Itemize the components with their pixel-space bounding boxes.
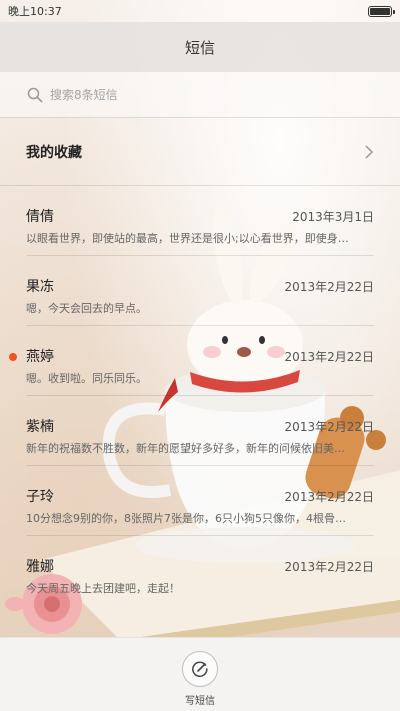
compose-icon bbox=[192, 661, 208, 677]
battery-level bbox=[370, 7, 390, 15]
search-bar[interactable] bbox=[0, 72, 400, 118]
search-input[interactable] bbox=[50, 87, 350, 102]
thread-preview: 嗯，今天会回去的早点。 bbox=[26, 302, 147, 315]
thread-row[interactable]: 倩倩 2013年3月1日 以眼看世界，即使站的最高，世界还是很小;以心看世界，即… bbox=[26, 186, 374, 256]
thread-name: 子玲 bbox=[26, 489, 54, 505]
thread-date: 2013年2月22日 bbox=[284, 490, 374, 504]
chevron-right-icon bbox=[365, 144, 374, 159]
thread-preview: 今天周五晚上去团建吧，走起！ bbox=[26, 582, 180, 595]
thread-date: 2013年3月1日 bbox=[292, 210, 374, 224]
thread-preview: 以眼看世界，即使站的最高，世界还是很小;以心看世界，即使身… bbox=[26, 232, 349, 245]
page-title: 短信 bbox=[184, 38, 215, 57]
favorites-row[interactable]: 我的收藏 bbox=[0, 118, 400, 186]
bottom-bar: 写短信 bbox=[0, 637, 400, 711]
thread-date: 2013年2月22日 bbox=[284, 350, 374, 364]
favorites-label: 我的收藏 bbox=[26, 144, 82, 161]
thread-name: 倩倩 bbox=[26, 209, 54, 225]
thread-date: 2013年2月22日 bbox=[284, 560, 374, 574]
thread-row[interactable]: 紫楠 2013年2月22日 新年的祝福数不胜数，新年的愿望好多好多，新年的问候依… bbox=[26, 396, 374, 466]
thread-preview: 10分想念9别的你，8张照片7张是你，6只小狗5只像你，4根骨… bbox=[26, 512, 346, 525]
thread-name: 燕婷 bbox=[26, 349, 54, 365]
thread-name: 紫楠 bbox=[26, 419, 54, 435]
thread-date: 2013年2月22日 bbox=[284, 420, 374, 434]
thread-date: 2013年2月22日 bbox=[284, 280, 374, 294]
thread-row[interactable]: 燕婷 2013年2月22日 嗯。收到啦。同乐同乐。 bbox=[9, 326, 374, 396]
thread-row[interactable]: 果冻 2013年2月22日 嗯，今天会回去的早点。 bbox=[26, 256, 374, 326]
message-list: 我的收藏 倩倩 2013年3月1日 以眼看世界，即使站的最高，世界还是很小;以心… bbox=[0, 118, 400, 606]
unread-dot-icon bbox=[9, 353, 17, 361]
thread-preview: 嗯。收到啦。同乐同乐。 bbox=[26, 372, 147, 385]
thread-preview: 新年的祝福数不胜数，新年的愿望好多好多，新年的问候依旧美… bbox=[26, 442, 345, 455]
compose-label: 写短信 bbox=[185, 696, 215, 707]
title-bar: 短信 bbox=[0, 22, 400, 72]
status-bar: 晚上10:37 bbox=[0, 0, 400, 22]
compose-button[interactable] bbox=[182, 651, 218, 687]
thread-name: 雅娜 bbox=[26, 559, 54, 575]
status-time: 晚上10:37 bbox=[8, 5, 62, 18]
search-icon bbox=[27, 87, 43, 102]
thread-name: 果冻 bbox=[26, 279, 54, 295]
thread-row[interactable]: 子玲 2013年2月22日 10分想念9别的你，8张照片7张是你，6只小狗5只像… bbox=[26, 466, 374, 536]
battery-icon bbox=[368, 5, 395, 17]
thread-row[interactable]: 雅娜 2013年2月22日 今天周五晚上去团建吧，走起！ bbox=[26, 536, 374, 606]
